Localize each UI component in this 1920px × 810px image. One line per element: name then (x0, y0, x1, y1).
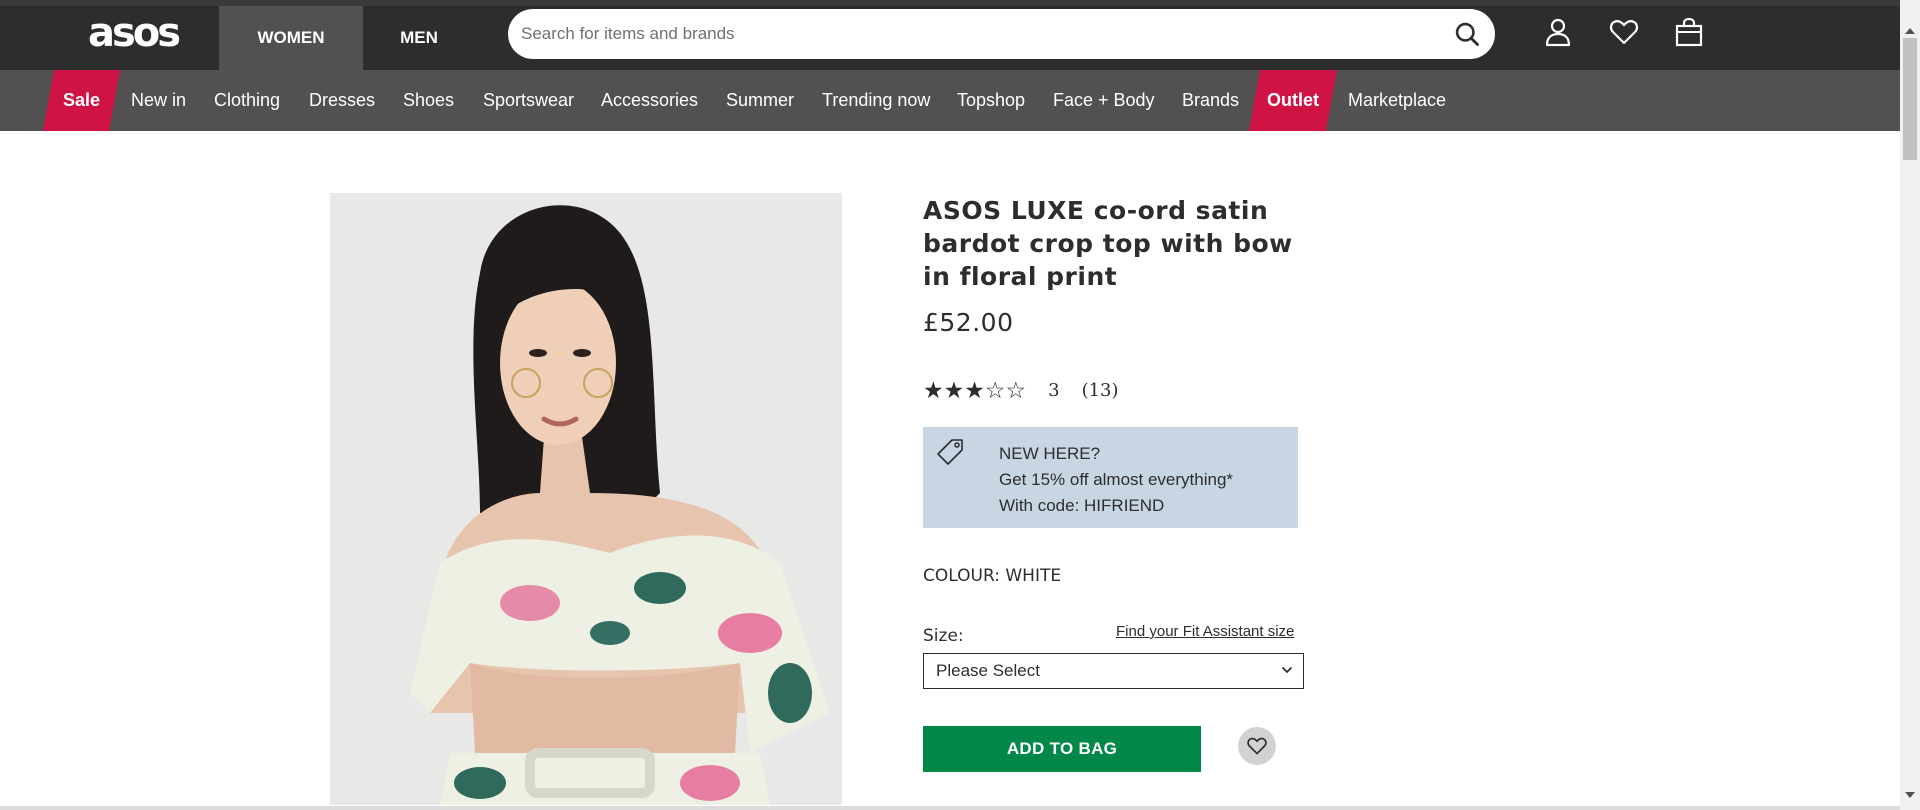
page: asos WOMEN MEN Sale New in Clothing Dres… (0, 0, 1920, 810)
account-icon[interactable] (1542, 16, 1574, 48)
nav-item-shoes[interactable]: Shoes (403, 70, 454, 131)
search-input[interactable] (521, 24, 1421, 44)
fit-assistant-link[interactable]: Find your Fit Assistant size (1116, 623, 1294, 640)
size-select[interactable]: Please Select (923, 653, 1304, 689)
nav-item-trending-now[interactable]: Trending now (822, 70, 930, 131)
top-header: asos WOMEN MEN (0, 0, 1900, 70)
rating-count[interactable]: (13) (1082, 380, 1119, 401)
scroll-thumb[interactable] (1903, 38, 1917, 160)
scroll-up-arrow-icon[interactable] (1905, 28, 1915, 34)
promo-line-3: With code: HIFRIEND (999, 496, 1165, 515)
scroll-down-arrow-icon[interactable] (1905, 792, 1915, 798)
product-price: £52.00 (923, 308, 1014, 337)
save-for-later-button[interactable] (1238, 727, 1276, 765)
new-customer-promo: NEW HERE? Get 15% off almost everything*… (923, 427, 1298, 528)
product-rating[interactable]: ★★★☆☆ 3 (13) (923, 377, 1119, 403)
size-label: Size: (923, 626, 964, 646)
nav-item-marketplace[interactable]: Marketplace (1348, 70, 1446, 131)
category-nav: Sale New in Clothing Dresses Shoes Sport… (0, 70, 1900, 131)
nav-item-topshop[interactable]: Topshop (957, 70, 1025, 131)
nav-item-summer[interactable]: Summer (726, 70, 794, 131)
bottom-divider (0, 806, 1900, 810)
promo-text: NEW HERE? Get 15% off almost everything*… (999, 441, 1233, 519)
search-icon[interactable] (1453, 20, 1481, 48)
product-title: ASOS LUXE co-ord satin bardot crop top w… (923, 196, 1293, 291)
nav-item-outlet[interactable]: Outlet (1249, 70, 1337, 131)
promo-line-2: Get 15% off almost everything* (999, 470, 1234, 489)
heart-icon (1247, 737, 1267, 755)
nav-item-accessories[interactable]: Accessories (601, 70, 698, 131)
nav-item-brands[interactable]: Brands (1182, 70, 1239, 131)
size-select-value: Please Select (936, 661, 1040, 680)
colour-info: COLOUR: WHITE (923, 566, 1061, 586)
product-image[interactable] (330, 193, 842, 805)
chevron-down-icon (1282, 667, 1292, 673)
asos-logo[interactable]: asos (88, 12, 181, 54)
tag-icon (937, 439, 963, 465)
star-rating-icon: ★★★☆☆ (923, 377, 1027, 403)
promo-line-1: NEW HERE? (999, 444, 1101, 463)
tab-men[interactable]: MEN (363, 6, 475, 70)
product-photo (330, 193, 842, 805)
rating-value: 3 (1048, 379, 1060, 401)
nav-item-sale[interactable]: Sale (43, 70, 120, 131)
colour-label: COLOUR: (923, 566, 1000, 586)
tab-women[interactable]: WOMEN (219, 6, 363, 70)
nav-item-new-in[interactable]: New in (131, 70, 186, 131)
heart-icon[interactable] (1608, 16, 1640, 48)
nav-item-clothing[interactable]: Clothing (214, 70, 280, 131)
search-bar (508, 9, 1495, 59)
bag-icon[interactable] (1673, 16, 1705, 48)
colour-value: WHITE (1005, 566, 1062, 586)
add-to-bag-button[interactable]: ADD TO BAG (923, 726, 1201, 772)
nav-item-face-body[interactable]: Face + Body (1053, 70, 1155, 131)
nav-item-sportswear[interactable]: Sportswear (483, 70, 574, 131)
nav-item-dresses[interactable]: Dresses (309, 70, 375, 131)
page-scrollbar[interactable] (1900, 0, 1920, 810)
